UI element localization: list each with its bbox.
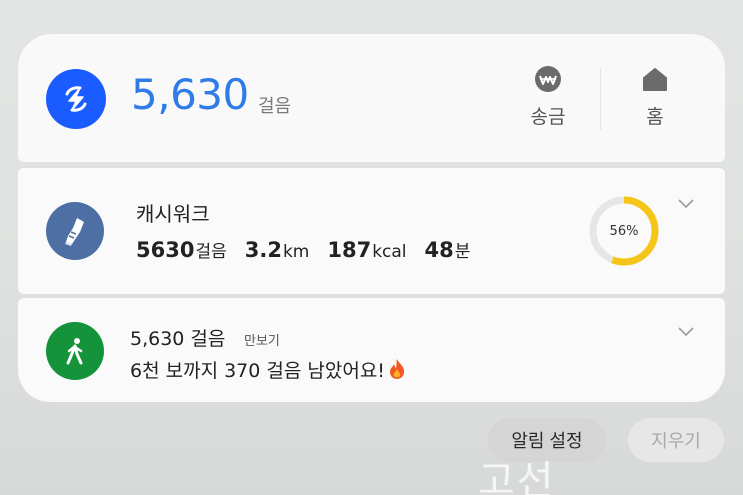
stat-distance: 3.2km [244,238,310,262]
cashwalk-stats: 5630걸음 3.2km 187kcal 48분 [136,237,470,262]
progress-percent: 56% [609,223,639,239]
action-divider [600,68,601,130]
stat-steps: 5630걸음 [136,238,227,262]
send-money-button[interactable]: 송금 [513,64,583,129]
pedometer-notification[interactable]: 5,630 걸음 만보기 6천 보까지 370 걸음 남았어요! [18,298,725,402]
pedometer-message-row: 6천 보까지 370 걸음 남았어요! [130,356,407,385]
pedometer-app-name: 만보기 [244,334,280,349]
stat-calories: 187kcal [327,238,407,262]
home-icon [640,64,670,94]
expand-chevron-down-icon[interactable] [677,194,695,212]
cashwalk-title: 캐시워크 [136,202,210,226]
step-unit: 걸음 [258,96,292,117]
home-button[interactable]: 홈 [620,64,690,129]
step-count: 5,630 [131,70,249,119]
pedometer-title: 5,630 걸음 [130,328,226,350]
samsung-pay-steps-card[interactable]: 5,630 걸음 송금 홈 [18,34,725,162]
watermark-text: 고선 [478,458,556,495]
pedometer-message: 6천 보까지 370 걸음 남았어요! [130,360,385,382]
clear-notifications-button[interactable]: 지우기 [628,418,724,462]
notification-panel: 5,630 걸음 송금 홈 캐시워크 5630걸음 3.2km 187kcal … [18,34,725,402]
cashwalk-notification[interactable]: 캐시워크 5630걸음 3.2km 187kcal 48분 56% [18,168,725,294]
fire-icon [387,358,407,385]
home-label: 홈 [646,106,664,128]
expand-chevron-down-icon[interactable] [677,322,695,340]
shoe-icon [46,202,104,260]
stat-minutes: 48분 [424,238,471,262]
won-coin-icon [533,64,563,94]
walking-person-icon [46,322,104,380]
samsung-pay-logo-icon [46,69,106,129]
send-money-label: 송금 [530,106,566,128]
